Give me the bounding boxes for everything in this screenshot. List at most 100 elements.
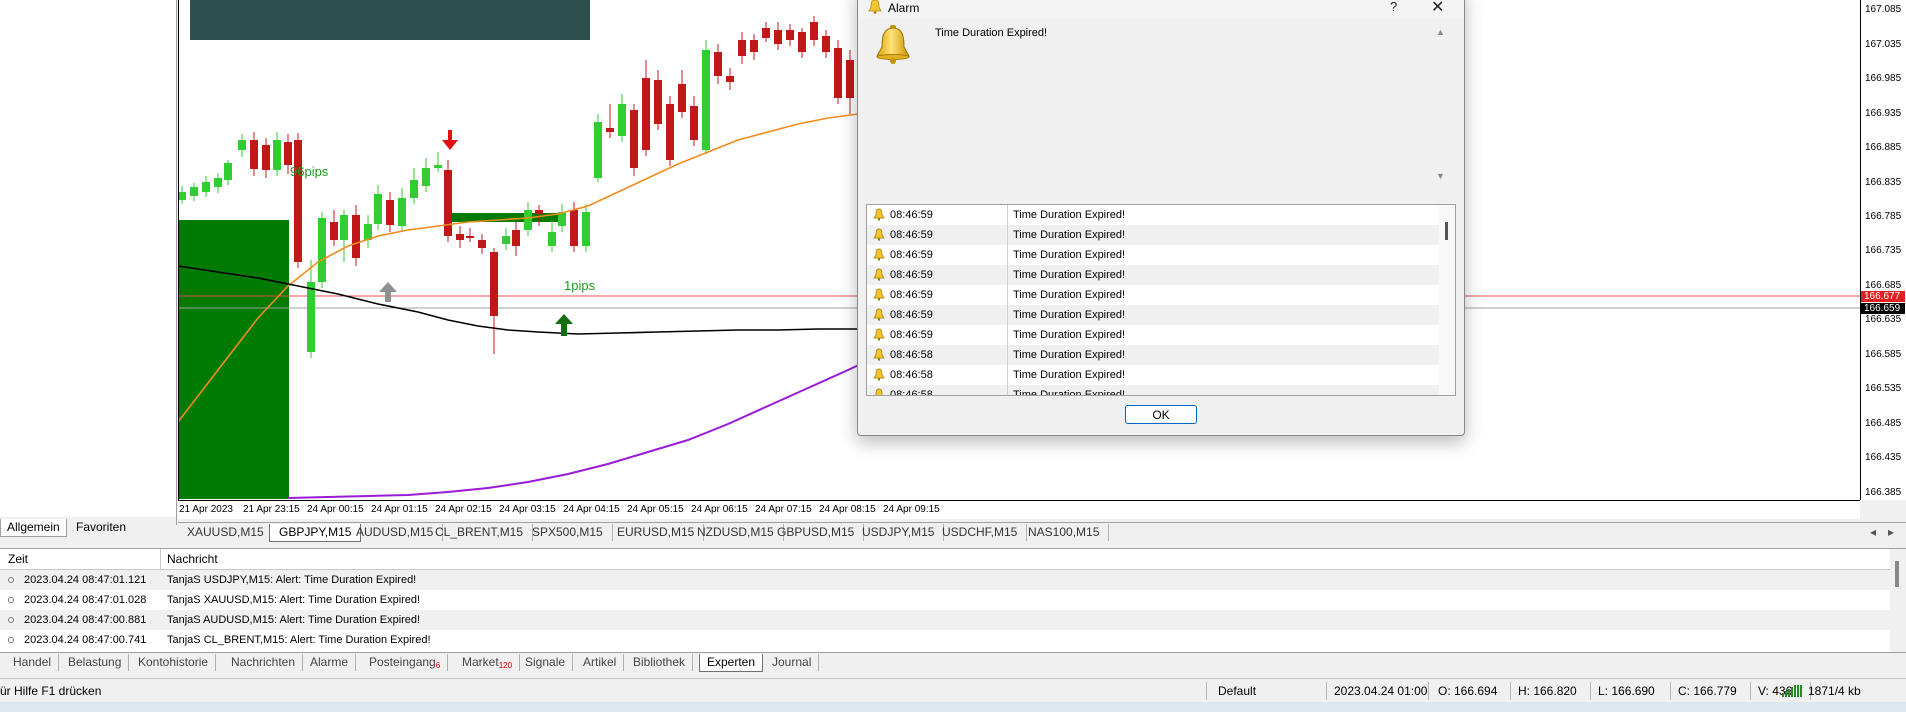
candle-body (490, 252, 498, 316)
tab-symbol[interactable]: SPX500,M15 (523, 524, 613, 541)
tab-nachrichten[interactable]: Nachrichten (224, 654, 304, 671)
terminal-header: Zeit Nachricht (0, 549, 1890, 570)
scroll-down-icon[interactable]: ▼ (1436, 171, 1445, 181)
time-tick-label: 24 Apr 03:15 (499, 504, 556, 515)
candle-body (318, 218, 326, 282)
tab-signale[interactable]: Signale (518, 654, 574, 671)
candle-body (434, 165, 442, 168)
tab-artikel[interactable]: Artikel (576, 654, 625, 671)
message-scrollbar[interactable]: ▲ ▼ (1436, 27, 1446, 181)
log-row[interactable]: 2023.04.24 08:47:00.741 TanjaS CL_BRENT,M… (0, 630, 1890, 650)
alarm-time: 08:46:58 (890, 389, 933, 396)
candle-body (398, 198, 406, 226)
log-time: 2023.04.24 08:47:01.028 (24, 594, 147, 606)
tab-bibliothek[interactable]: Bibliothek (626, 654, 694, 671)
candle-body (478, 240, 486, 248)
alarm-list-row[interactable]: 08:46:59 Time Duration Expired! (867, 245, 1439, 266)
terminal-scrollbar[interactable] (1890, 549, 1906, 653)
alarm-list-row[interactable]: 08:46:58 Time Duration Expired! (867, 365, 1439, 386)
time-tick-label: 21 Apr 2023 (179, 504, 233, 515)
tabs-scroll-right-icon[interactable]: ▸ (1888, 525, 1894, 539)
price-tick-label: 166.635 (1865, 314, 1902, 325)
bell-icon (873, 248, 885, 261)
status-profile: Default (1218, 684, 1257, 698)
tabs-scroll-left-icon[interactable]: ◂ (1870, 525, 1876, 539)
alarm-time: 08:46:59 (890, 309, 933, 321)
alarm-message: Time Duration Expired! (1013, 289, 1126, 301)
tab-belastung[interactable]: Belastung (61, 654, 130, 671)
pips-label: 96pips (290, 164, 329, 179)
candle-body (512, 230, 520, 246)
candle-body (630, 110, 638, 168)
scrollbar-thumb[interactable] (1445, 222, 1448, 240)
candle-body (202, 182, 210, 192)
alarm-list-row[interactable]: 08:46:59 Time Duration Expired! (867, 285, 1439, 306)
alarm-list-scrollbar[interactable] (1439, 205, 1455, 395)
candle-body (535, 210, 543, 214)
tab-favoriten[interactable]: Favoriten (70, 519, 132, 536)
terminal-panel: Zeit Nachricht 2023.04.24 08:47:01.121 Ta… (0, 548, 1906, 653)
price-axis: 167.085 167.035 166.985 166.935 166.885 166.8… (1860, 0, 1906, 500)
tab-symbol[interactable]: XAUUSD,M15 (178, 524, 274, 541)
time-tick-label: 24 Apr 09:15 (883, 504, 940, 515)
alarm-list-row[interactable]: 08:46:59 Time Duration Expired! (867, 205, 1439, 226)
log-row[interactable]: 2023.04.24 08:47:01.028 TanjaS XAUUSD,M15… (0, 590, 1890, 610)
time-tick-label: 24 Apr 00:15 (307, 504, 364, 515)
tab-badge: 6 (435, 661, 441, 670)
tab-symbol[interactable]: CL_BRENT,M15 (426, 524, 534, 541)
price-tick-label: 166.735 (1865, 245, 1902, 256)
alarm-list-row[interactable]: 08:46:59 Time Duration Expired! (867, 225, 1439, 246)
ok-button[interactable]: OK (1125, 405, 1197, 424)
column-header-time[interactable]: Zeit (8, 552, 28, 566)
tab-journal[interactable]: Journal (765, 654, 820, 671)
candle-body (214, 178, 222, 187)
tab-posteingang[interactable]: Posteingang6 (362, 654, 449, 671)
alarm-time: 08:46:58 (890, 369, 933, 381)
tab-symbol[interactable]: NAS100,M15 (1019, 524, 1110, 541)
candle-body (262, 145, 270, 170)
tab-symbol[interactable]: USDJPY,M15 (853, 524, 945, 541)
tab-experten[interactable]: Experten (699, 654, 764, 672)
tab-alarme[interactable]: Alarme (303, 654, 357, 671)
alarm-list-row[interactable]: 08:46:59 Time Duration Expired! (867, 325, 1439, 346)
status-bar: ür Hilfe F1 drücken Default 2023.04.24 0… (0, 678, 1906, 703)
dialog-titlebar[interactable]: Alarm ? ✕ (858, 0, 1464, 19)
tab-symbol[interactable]: GBPUSD,M15 (768, 524, 865, 541)
log-status-icon (8, 617, 14, 623)
log-message: TanjaS AUDUSD,M15: Alert: Time Duration … (167, 614, 421, 626)
scroll-up-icon[interactable]: ▲ (1436, 27, 1445, 37)
time-tick-label: 24 Apr 01:15 (371, 504, 428, 515)
tab-label: Artikel (583, 655, 617, 669)
price-tick-label: 166.535 (1865, 383, 1902, 394)
status-datetime: 2023.04.24 01:00 (1334, 684, 1428, 698)
price-tick-label: 166.385 (1865, 487, 1902, 498)
candle-body (466, 236, 474, 238)
tab-market[interactable]: Market120 (455, 654, 521, 671)
help-icon[interactable]: ? (1390, 0, 1397, 14)
info-panel (190, 0, 590, 40)
candle-body (294, 140, 302, 262)
alarm-list-row[interactable]: 08:46:58 Time Duration Expired! (867, 385, 1439, 396)
alarm-list-row[interactable]: 08:46:58 Time Duration Expired! (867, 345, 1439, 366)
tab-handel[interactable]: Handel (6, 654, 60, 671)
close-icon[interactable]: ✕ (1431, 0, 1444, 17)
alarm-list-row[interactable]: 08:46:59 Time Duration Expired! (867, 265, 1439, 286)
candle-body (422, 168, 430, 186)
tab-kontohistorie[interactable]: Kontohistorie (131, 654, 217, 671)
tab-symbol[interactable]: USDCHF,M15 (933, 524, 1028, 541)
tab-allgemein[interactable]: Allgemein (0, 519, 67, 537)
candle-body (606, 128, 614, 132)
status-open: O: 166.694 (1438, 684, 1498, 698)
bell-icon (876, 25, 910, 64)
time-tick-label: 24 Apr 02:15 (435, 504, 492, 515)
alarm-message-text: Time Duration Expired! (935, 27, 1048, 39)
log-status-icon (8, 577, 14, 583)
column-header-message[interactable]: Nachricht (167, 552, 218, 566)
scrollbar-thumb[interactable] (1895, 561, 1899, 587)
log-row[interactable]: 2023.04.24 08:47:00.881 TanjaS AUDUSD,M15… (0, 610, 1890, 630)
log-row[interactable]: 2023.04.24 08:47:01.121 TanjaS USDJPY,M15… (0, 570, 1890, 590)
candle-body (690, 106, 698, 140)
bell-icon (868, 0, 882, 14)
tab-label: Nachrichten (231, 655, 296, 669)
alarm-list-row[interactable]: 08:46:59 Time Duration Expired! (867, 305, 1439, 326)
